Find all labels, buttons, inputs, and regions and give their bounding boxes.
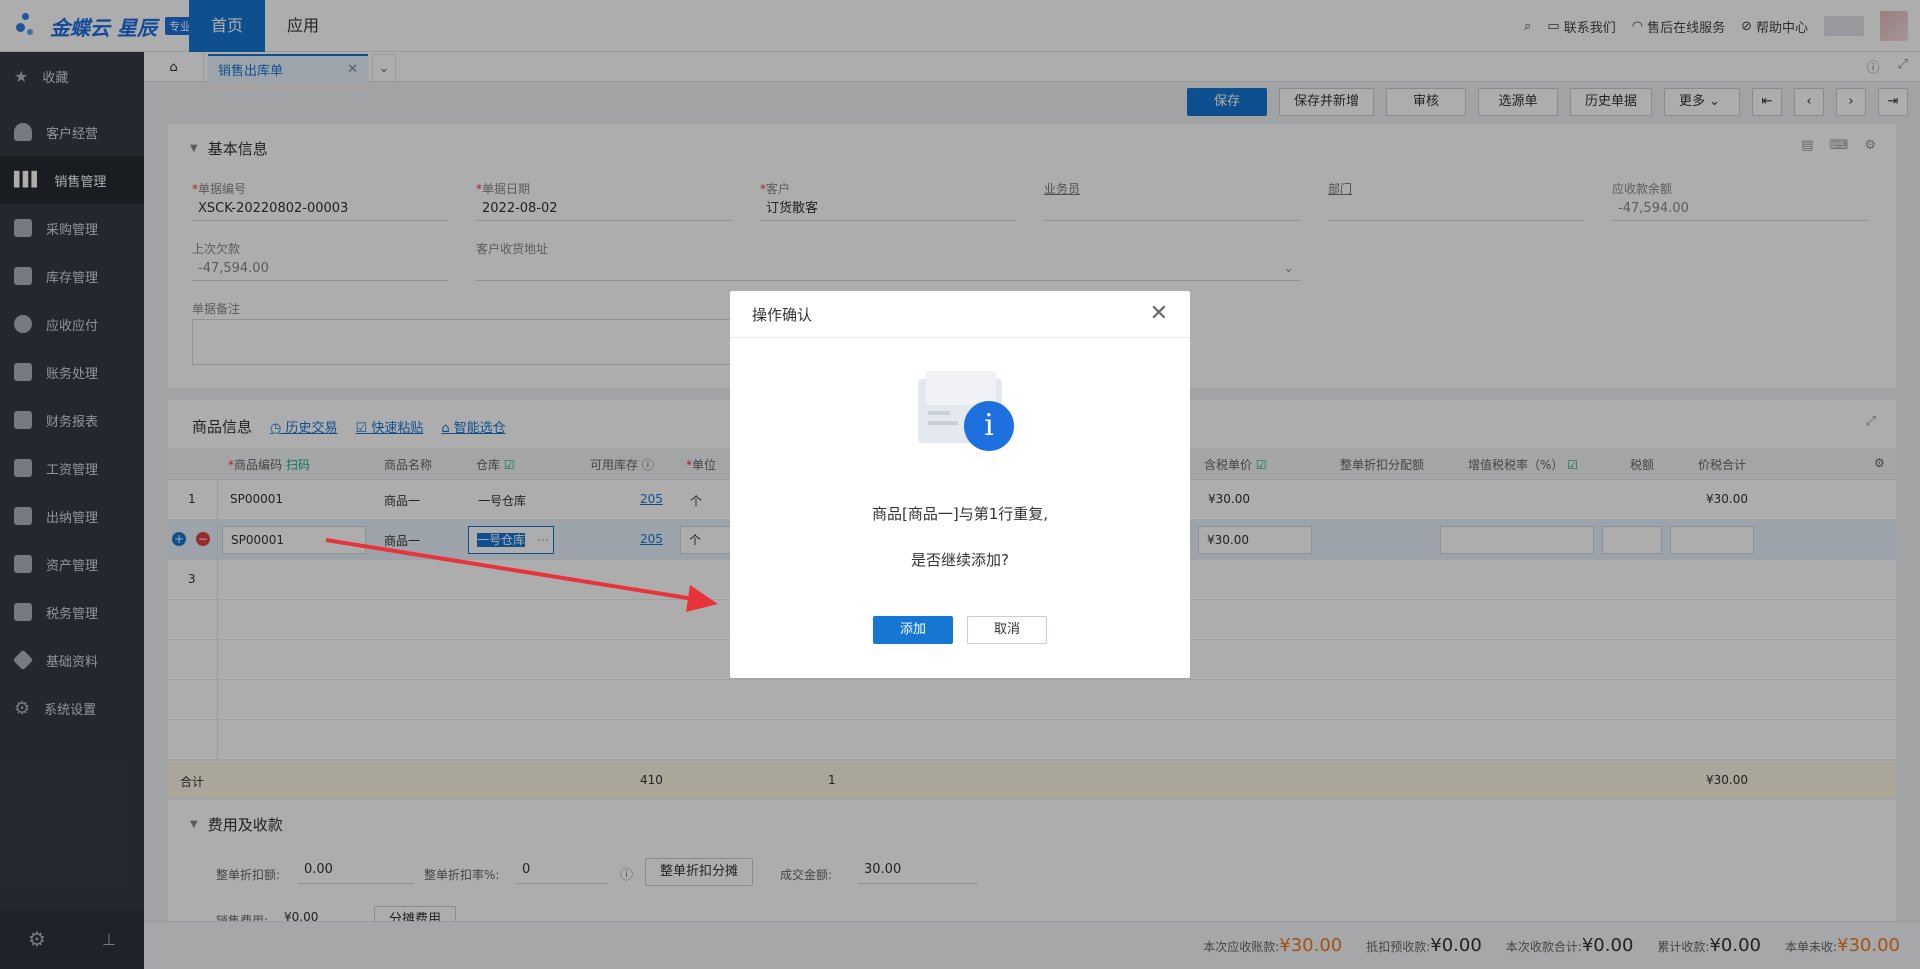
cancel-button[interactable]: 取消 (967, 616, 1047, 644)
close-icon[interactable]: ✕ (1150, 303, 1168, 325)
info-illustration-icon: i (918, 371, 1014, 451)
dialog-title: 操作确认 (752, 305, 813, 324)
add-button[interactable]: 添加 (873, 616, 953, 644)
confirm-dialog: 操作确认 ✕ i 商品[商品一]与第1行重复, 是否继续添加? 添加 取消 (730, 291, 1190, 678)
dialog-message-line2: 是否继续添加? (911, 551, 1009, 569)
dialog-message-line1: 商品[商品一]与第1行重复, (871, 505, 1049, 523)
dialog-header: 操作确认 ✕ (730, 291, 1190, 338)
